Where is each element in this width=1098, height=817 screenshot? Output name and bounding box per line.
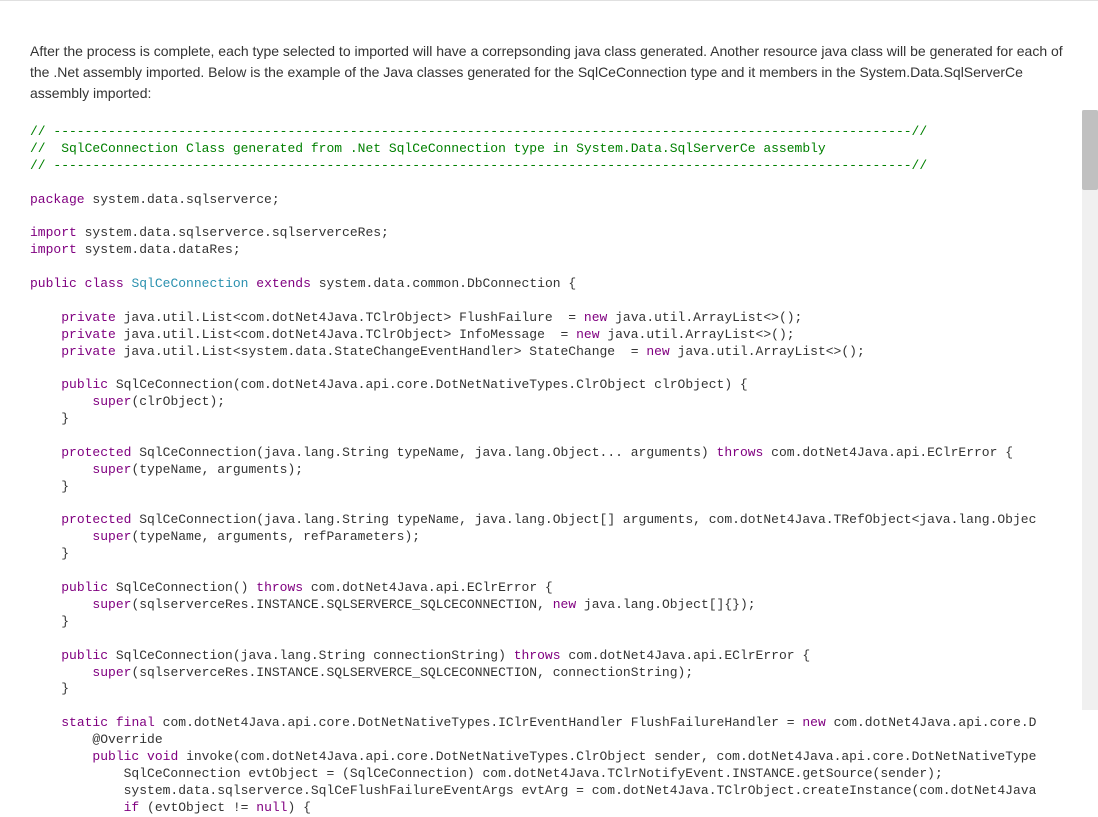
code-text: java.util.ArrayList<>(); (670, 344, 865, 359)
code-text: com.dotNet4Java.api.EClrError { (763, 445, 1013, 460)
code-text: com.dotNet4Java.api.EClrError { (561, 648, 811, 663)
kw-throws: throws (717, 445, 764, 460)
code-text: SqlCeConnection(java.lang.String typeNam… (131, 512, 1036, 527)
code-text: @Override (30, 732, 163, 747)
superclass: system.data.common.DbConnection (319, 276, 561, 291)
kw-public: public (61, 580, 108, 595)
kw-throws: throws (514, 648, 561, 663)
code-text: (sqlserverceRes.INSTANCE.SQLSERVERCE_SQL… (131, 665, 693, 680)
code-text: SqlCeConnection(java.lang.String connect… (108, 648, 514, 663)
code-text: SqlCeConnection(com.dotNet4Java.api.core… (108, 377, 748, 392)
kw-null: null (256, 800, 287, 815)
kw-public: public (92, 749, 139, 764)
kw-new: new (646, 344, 669, 359)
code-text: java.lang.Object[]{}); (576, 597, 755, 612)
comment-line: // -------------------------------------… (30, 158, 927, 173)
code-text: system.data.sqlserverce; (85, 192, 280, 207)
kw-protected: protected (61, 445, 131, 460)
code-text: java.util.List<com.dotNet4Java.TClrObjec… (116, 327, 576, 342)
kw-if: if (124, 800, 140, 815)
code-text: } (61, 479, 69, 494)
code-text: com.dotNet4Java.api.EClrError { (303, 580, 553, 595)
kw-new: new (553, 597, 576, 612)
kw-super: super (92, 665, 131, 680)
kw-extends: extends (256, 276, 311, 291)
code-text: SqlCeConnection() (108, 580, 256, 595)
code-text: ) { (287, 800, 310, 815)
kw-public: public (61, 648, 108, 663)
class-name: SqlCeConnection (131, 276, 248, 291)
kw-super: super (92, 394, 131, 409)
kw-super: super (92, 529, 131, 544)
code-text: (evtObject != (139, 800, 256, 815)
kw-private: private (61, 310, 116, 325)
kw-throws: throws (256, 580, 303, 595)
code-text: system.data.sqlserverce.SqlCeFlushFailur… (30, 783, 1036, 798)
code-text: SqlCeConnection(java.lang.String typeNam… (131, 445, 716, 460)
code-text: (typeName, arguments, refParameters); (131, 529, 420, 544)
kw-import: import (30, 225, 77, 240)
kw-import: import (30, 242, 77, 257)
vertical-scrollbar[interactable] (1082, 110, 1098, 710)
kw-super: super (92, 597, 131, 612)
code-text: (clrObject); (131, 394, 225, 409)
kw-new: new (576, 327, 599, 342)
kw-package: package (30, 192, 85, 207)
kw-static: static (61, 715, 108, 730)
scrollbar-thumb[interactable] (1082, 110, 1098, 190)
kw-private: private (61, 327, 116, 342)
kw-void: void (147, 749, 178, 764)
code-text: (sqlserverceRes.INSTANCE.SQLSERVERCE_SQL… (131, 597, 552, 612)
code-text: system.data.dataRes; (77, 242, 241, 257)
code-text: com.dotNet4Java.api.core.DotNetNativeTyp… (155, 715, 803, 730)
code-text: invoke(com.dotNet4Java.api.core.DotNetNa… (178, 749, 1036, 764)
kw-private: private (61, 344, 116, 359)
kw-super: super (92, 462, 131, 477)
code-text: java.util.ArrayList<>(); (600, 327, 795, 342)
kw-protected: protected (61, 512, 131, 527)
code-text: system.data.sqlserverce.sqlserverceRes; (77, 225, 389, 240)
kw-public: public (30, 276, 77, 291)
kw-new: new (802, 715, 825, 730)
code-text: java.util.ArrayList<>(); (607, 310, 802, 325)
code-text: } (61, 681, 69, 696)
comment-line: // -------------------------------------… (30, 124, 927, 139)
kw-new: new (584, 310, 607, 325)
intro-paragraph: After the process is complete, each type… (0, 11, 1098, 124)
code-text: java.util.List<system.data.StateChangeEv… (116, 344, 647, 359)
code-text: java.util.List<com.dotNet4Java.TClrObjec… (116, 310, 584, 325)
comment-line: // SqlCeConnection Class generated from … (30, 141, 826, 156)
code-text: SqlCeConnection evtObject = (SqlCeConnec… (30, 766, 943, 781)
code-text: (typeName, arguments); (131, 462, 303, 477)
code-text: } (61, 411, 69, 426)
code-text: } (61, 546, 69, 561)
kw-final: final (116, 715, 155, 730)
kw-class: class (85, 276, 124, 291)
kw-public: public (61, 377, 108, 392)
code-text: com.dotNet4Java.api.core.D (826, 715, 1037, 730)
code-block: // -------------------------------------… (10, 124, 1088, 817)
code-text: } (61, 614, 69, 629)
